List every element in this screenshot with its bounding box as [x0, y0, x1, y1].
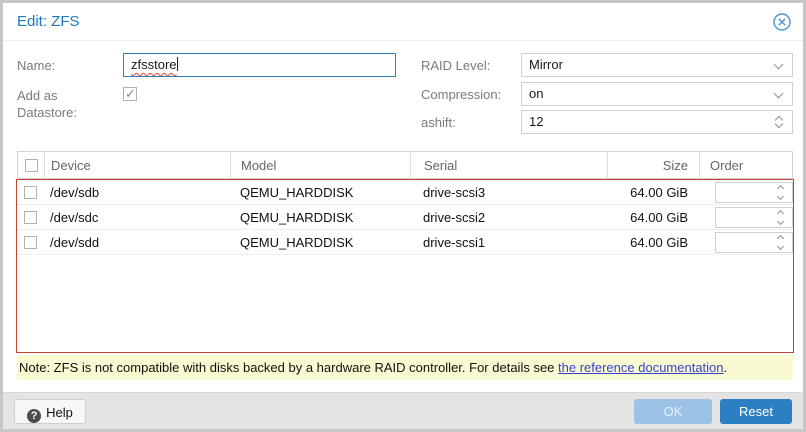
- edit-zfs-dialog: Edit: ZFS Name: zfsstore Add as Datastor…: [0, 0, 806, 432]
- model-cell: QEMU_HARDDISK: [230, 180, 410, 204]
- note-text: Note: ZFS is not compatible with disks b…: [19, 360, 558, 375]
- table-row[interactable]: /dev/sdc QEMU_HARDDISK drive-scsi2 64.00…: [17, 205, 793, 230]
- size-cell: 64.00 GiB: [607, 180, 699, 204]
- column-header-model[interactable]: Model: [231, 152, 411, 178]
- reset-button[interactable]: Reset: [720, 399, 792, 424]
- spinner-up-icon[interactable]: [777, 209, 784, 216]
- select-all-cell: [18, 152, 45, 178]
- order-spinner[interactable]: [715, 232, 793, 253]
- serial-cell: drive-scsi3: [410, 180, 607, 204]
- column-header-serial[interactable]: Serial: [411, 152, 608, 178]
- column-header-device[interactable]: Device: [45, 152, 231, 178]
- device-cell: /dev/sdc: [44, 205, 230, 229]
- dialog-footer: ? Help OK Reset: [3, 392, 803, 429]
- name-input[interactable]: zfsstore: [123, 53, 396, 77]
- chevron-down-icon: [774, 89, 784, 99]
- ok-button[interactable]: OK: [634, 399, 712, 424]
- name-label: Name:: [17, 57, 55, 74]
- order-spinner[interactable]: [715, 207, 793, 228]
- device-table-header: Device Model Serial Size Order: [17, 151, 793, 179]
- size-cell: 64.00 GiB: [607, 230, 699, 254]
- order-cell: [699, 180, 793, 204]
- row-checkbox[interactable]: [24, 236, 37, 249]
- ashift-spinner[interactable]: 12: [521, 110, 793, 134]
- model-cell: QEMU_HARDDISK: [230, 230, 410, 254]
- compression-value: on: [529, 86, 543, 101]
- row-checkbox[interactable]: [24, 211, 37, 224]
- serial-cell: drive-scsi1: [410, 230, 607, 254]
- chevron-down-icon: [774, 60, 784, 70]
- compression-select[interactable]: on: [521, 82, 793, 106]
- order-spinner[interactable]: [715, 182, 793, 203]
- select-all-checkbox[interactable]: [25, 159, 38, 172]
- table-row[interactable]: /dev/sdb QEMU_HARDDISK drive-scsi3 64.00…: [17, 180, 793, 205]
- device-cell: /dev/sdd: [44, 230, 230, 254]
- model-cell: QEMU_HARDDISK: [230, 205, 410, 229]
- spinner-up-icon[interactable]: [777, 234, 784, 241]
- spinner-down-icon[interactable]: [777, 242, 784, 249]
- help-button[interactable]: ? Help: [14, 399, 86, 424]
- text-caret: [177, 57, 178, 71]
- help-button-label: Help: [46, 405, 73, 420]
- column-header-size[interactable]: Size: [608, 152, 700, 178]
- ashift-value: 12: [529, 114, 543, 129]
- table-row[interactable]: /dev/sdd QEMU_HARDDISK drive-scsi1 64.00…: [17, 230, 793, 255]
- device-table-body: /dev/sdb QEMU_HARDDISK drive-scsi3 64.00…: [16, 179, 794, 353]
- zfs-note: Note: ZFS is not compatible with disks b…: [17, 355, 793, 380]
- dialog-header: Edit: ZFS: [3, 3, 803, 41]
- raid-level-value: Mirror: [529, 57, 563, 72]
- order-cell: [699, 205, 793, 229]
- row-checkbox[interactable]: [24, 186, 37, 199]
- ashift-label: ashift:: [421, 114, 456, 131]
- spinner-down-icon[interactable]: [777, 217, 784, 224]
- add-datastore-checkbox[interactable]: [123, 87, 137, 101]
- question-icon: ?: [27, 409, 41, 423]
- serial-cell: drive-scsi2: [410, 205, 607, 229]
- note-text-end: .: [724, 360, 728, 375]
- spinner-down-icon[interactable]: [777, 192, 784, 199]
- close-icon[interactable]: [773, 13, 791, 31]
- dialog-title: Edit: ZFS: [17, 13, 80, 30]
- order-cell: [699, 230, 793, 254]
- device-cell: /dev/sdb: [44, 180, 230, 204]
- size-cell: 64.00 GiB: [607, 205, 699, 229]
- add-datastore-label: Add as Datastore:: [17, 87, 107, 121]
- reference-documentation-link[interactable]: the reference documentation: [558, 360, 724, 375]
- raid-level-select[interactable]: Mirror: [521, 53, 793, 77]
- raid-level-label: RAID Level:: [421, 57, 490, 74]
- name-input-value: zfsstore: [131, 57, 177, 72]
- compression-label: Compression:: [421, 86, 501, 103]
- spinner-up-icon[interactable]: [777, 184, 784, 191]
- column-header-order[interactable]: Order: [700, 152, 792, 178]
